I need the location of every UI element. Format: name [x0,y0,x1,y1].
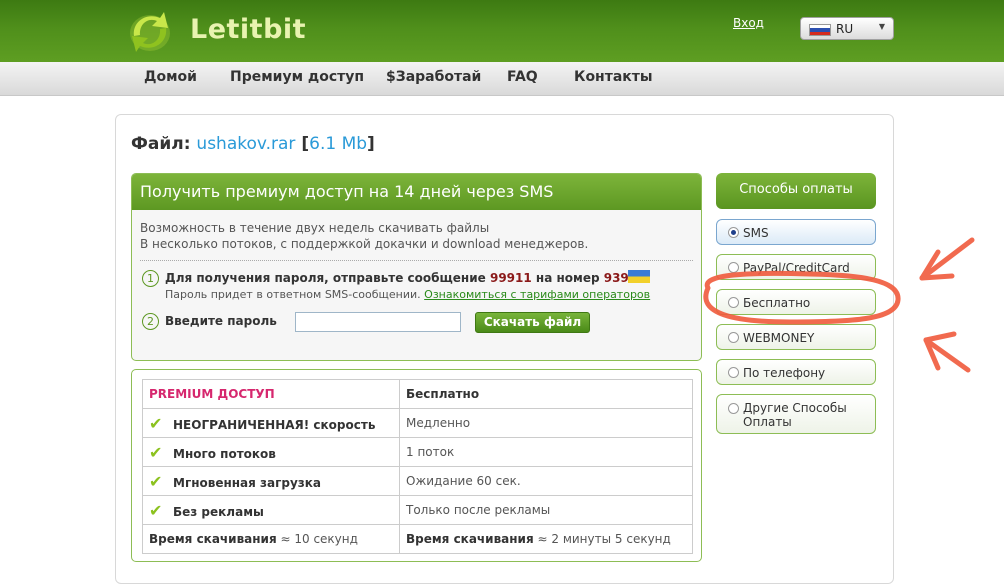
payment-option-paypal[interactable]: PayPal/CreditCard [716,254,876,280]
download-file-button[interactable]: Скачать файл [475,312,590,333]
step1-sub-text: Пароль придет в ответном SMS-сообщении. [165,288,421,301]
free-value: Медленно [399,408,693,438]
file-name: ushakov.rar [196,134,296,154]
payment-option-webmoney[interactable]: WEBMONEY [716,324,876,350]
table-row: ✔ НЕОГРАНИЧЕННАЯ! скорость Медленно [142,408,693,438]
sms-description: Возможность в течение двух недель скачив… [140,220,588,252]
step1-prefix: Для получения пароля, отправьте сообщени… [165,271,486,285]
logo-text[interactable]: Letitbit [190,14,306,45]
check-icon: ✔ [149,500,163,520]
table-row: ✔ Мгновенная загрузка Ожидание 60 сек. [142,466,693,496]
payment-option-label: SMS [743,226,769,240]
step1-number: 1 [142,270,159,287]
comparison-panel: PREMIUM доступ Бесплатно ✔ НЕОГРАНИЧЕННАЯ… [131,369,702,562]
feature-label: Много потоков [173,446,276,461]
nav-earn[interactable]: $Заработай [386,69,481,85]
site-header: Letitbit Вход RU ▼ [0,0,1004,62]
chevron-down-icon: ▼ [878,22,885,31]
radio-icon [728,367,739,378]
feature-label: Без рекламы [173,504,264,519]
table-header-row: PREMIUM доступ Бесплатно [142,379,693,409]
check-icon: ✔ [149,413,163,433]
radio-icon [728,227,739,238]
sms-desc-line2: В несколько потоков, с поддержкой докачк… [140,237,589,251]
feature-label: Мгновенная загрузка [173,475,322,490]
payment-option-other[interactable]: Другие Способы Оплаты [716,394,876,434]
free-header: Бесплатно [399,379,693,409]
feature-label: НЕОГРАНИЧЕННАЯ! скорость [173,417,376,432]
language-label: RU [836,22,854,36]
time-free: ≈ 2 минуты 5 секунд [537,532,671,546]
time-label: Время скачивания [406,532,534,546]
radio-icon [728,297,739,308]
operator-rates-link[interactable]: Ознакомиться с тарифами операторов [424,288,650,301]
step1-instruction: Для получения пароля, отправьте сообщени… [165,271,637,285]
table-row: ✔ Без рекламы Только после рекламы [142,495,693,525]
payment-option-label: Бесплатно [743,296,811,310]
nav-contacts[interactable]: Контакты [574,69,653,85]
radio-icon [728,332,739,343]
file-size: 6.1 Mb [309,134,368,154]
file-label: Файл: [131,134,191,154]
free-value: Ожидание 60 сек. [399,466,693,496]
language-select[interactable]: RU ▼ [800,17,894,40]
sms-panel-title: Получить премиум доступ на 14 дней через… [132,174,701,210]
sms-code: 99911 [489,271,532,285]
premium-header: PREMIUM доступ [142,379,400,409]
payment-option-phone[interactable]: По телефону [716,359,876,385]
nav-premium[interactable]: Премиум доступ [230,69,364,85]
sms-panel: Получить премиум доступ на 14 дней через… [131,173,702,361]
table-row: ✔ Много потоков 1 поток [142,437,693,467]
russia-flag-icon [809,24,831,36]
payment-option-free[interactable]: Бесплатно [716,289,876,315]
radio-icon [728,403,739,414]
check-icon: ✔ [149,442,163,462]
time-premium: ≈ 10 секунд [280,532,358,546]
step1-subtext: Пароль придет в ответном SMS-сообщении. … [165,288,650,301]
payment-option-label: Другие Способы [743,401,847,415]
sms-desc-line1: Возможность в течение двух недель скачив… [140,221,490,235]
comparison-table: PREMIUM доступ Бесплатно ✔ НЕОГРАНИЧЕННАЯ… [142,379,693,554]
letitbit-logo-icon[interactable] [126,8,174,54]
payment-methods-title: Способы оплаты [716,173,876,209]
step1-middle: на номер [535,271,600,285]
step2-number: 2 [142,313,159,330]
ukraine-flag-icon[interactable] [628,270,650,283]
login-link[interactable]: Вход [733,16,764,30]
time-label: Время скачивания [149,532,277,546]
payment-option-label: По телефону [743,366,826,380]
file-title: Файл: ushakov.rar [6.1 Mb] [131,134,375,154]
free-value: 1 поток [399,437,693,467]
check-icon: ✔ [149,471,163,491]
free-value: Только после рекламы [399,495,693,525]
payment-option-label: Оплаты [743,415,792,429]
payment-option-label: WEBMONEY [743,331,815,345]
table-row: Время скачивания ≈ 10 секунд Время скачи… [142,524,693,554]
dotted-divider [140,260,693,261]
nav-home[interactable]: Домой [144,69,197,85]
nav-faq[interactable]: FAQ [507,69,538,85]
password-input[interactable] [295,312,461,332]
main-nav: Домой Премиум доступ $Заработай FAQ Конт… [0,62,1004,96]
payment-option-sms[interactable]: SMS [716,219,876,245]
radio-icon [728,262,739,273]
payment-option-label: PayPal/CreditCard [743,261,850,275]
password-label: Введите пароль [165,314,277,328]
